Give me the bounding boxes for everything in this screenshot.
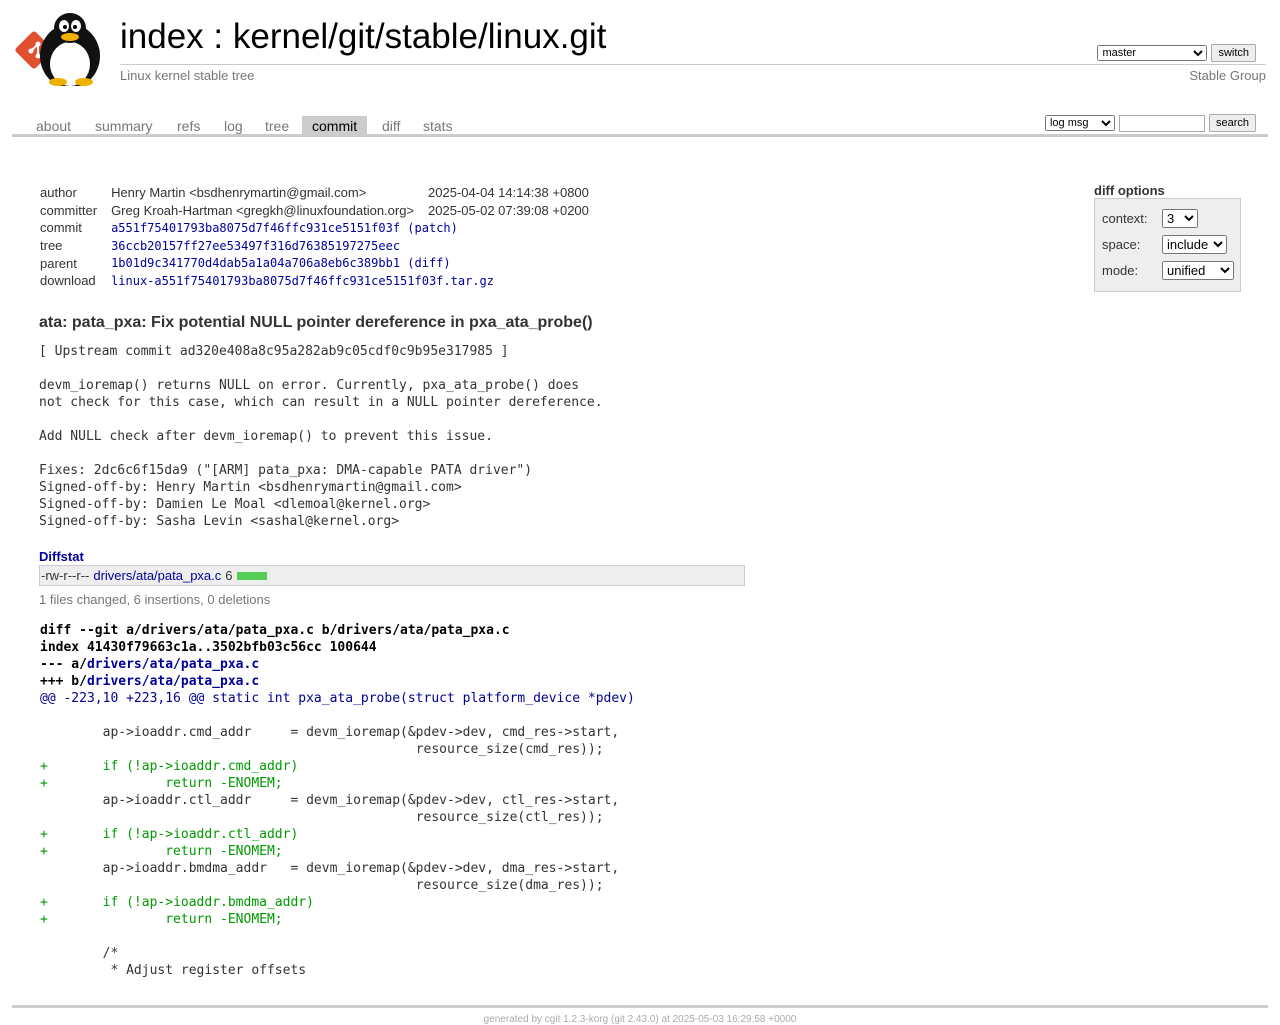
branch-select[interactable]: master [1097,45,1208,61]
repo-description: Linux kernel stable tree [120,68,255,83]
patch-paren: (patch) [407,220,458,235]
committer-date: 2025-05-02 07:39:08 +0200 [428,202,589,218]
download-link[interactable]: linux-a551f75401793ba8075d7f46ffc931ce51… [111,274,494,288]
context-label: context: [1102,211,1148,226]
author-label: author [40,185,77,201]
diff-context-line: ap->ioaddr.cmd_addr = devm_ioremap(&pdev… [40,725,620,740]
tab-stats[interactable]: stats [413,116,463,134]
tab-refs[interactable]: refs [167,116,210,134]
footer-divider [12,1005,1268,1008]
tab-about[interactable]: about [26,116,81,134]
mode-option-row: mode: unified [1102,261,1234,280]
diff-added-line: + return -ENOMEM; [40,912,283,927]
search-mode-select[interactable]: log msg [1044,115,1115,131]
search-form: log msg search [1044,114,1256,132]
diff-index-line: index 41430f79663c1a..3502bfb03c56cc 100… [40,640,377,655]
space-option-row: space: include [1102,235,1227,254]
committer-label: committer [40,202,98,218]
download-label: download [40,273,96,289]
commit-hash-link[interactable]: a551f75401793ba8075d7f46ffc931ce5151f03f [111,221,400,235]
committer-row: committer Greg Kroah-Hartman <gregkh@lin… [40,202,589,220]
author-value: Henry Martin <bsdhenrymartin@gmail.com> [111,185,367,201]
diff-context-line [40,708,48,723]
diff-context-line: resource_size(dma_res)); [40,878,604,893]
diff-context-line: resource_size(ctl_res)); [40,810,604,825]
page-title: index : kernel/git/stable/linux.git [120,16,606,58]
commit-message: [ Upstream commit ad320e408a8c95a282ab9c… [39,344,603,529]
tab-summary[interactable]: summary [85,116,163,134]
repo-link[interactable]: kernel/git/stable/linux.git [233,17,607,56]
commit-info-table: author Henry Martin <bsdhenrymartin@gmai… [40,184,589,290]
diff-context-line: resource_size(cmd_res)); [40,742,604,757]
diffstat-link[interactable]: Diffstat [39,549,84,564]
diff-added-line: + if (!ap->ioaddr.bmdma_addr) [40,895,314,910]
diffstat-file-link[interactable]: drivers/ata/pata_pxa.c [93,568,221,583]
switch-button[interactable]: switch [1211,44,1256,62]
repo-owner: Stable Group [1189,68,1266,83]
diff-options-panel: context: 3 space: include mode: unified [1094,198,1241,292]
diff-context-line [40,929,48,944]
diff-context-line: /* [40,946,119,961]
commit-subject: ata: pata_pxa: Fix potential NULL pointe… [39,314,593,331]
parent-row: parent 1b01d9c341770d4dab5a1a04a706a8eb6… [40,254,589,272]
diff-lines: ap->ioaddr.cmd_addr = devm_ioremap(&pdev… [40,708,619,978]
diff-context-line: * Adjust register offsets [40,963,307,978]
diff-added-line: + if (!ap->ioaddr.cmd_addr) [40,759,299,774]
committer-value: Greg Kroah-Hartman <gregkh@linuxfoundati… [111,202,415,218]
download-row: download linux-a551f75401793ba8075d7f46f… [40,272,589,290]
title-separator: : [203,17,233,56]
tab-tree[interactable]: tree [255,116,299,134]
diff-options-title: diff options [1094,183,1165,198]
diff-added-line: + return -ENOMEM; [40,844,283,859]
parent-diff-link[interactable]: diff [415,256,444,270]
diff-minus-line: --- a/drivers/ata/pata_pxa.c [40,657,259,672]
tab-diff[interactable]: diff [372,116,410,134]
diff-added-line: + if (!ap->ioaddr.ctl_addr) [40,827,299,842]
mode-label: mode: [1102,263,1139,278]
commit-row: commit a551f75401793ba8075d7f46ffc931ce5… [40,219,589,237]
tab-log[interactable]: log [214,116,253,134]
diff-context-line: ap->ioaddr.ctl_addr = devm_ioremap(&pdev… [40,793,620,808]
branch-switch-form: master switch [1097,44,1256,62]
diff-plus-line: +++ b/drivers/ata/pata_pxa.c [40,674,259,689]
diffstat-insertions-bar [236,571,267,580]
context-select[interactable]: 3 [1162,209,1198,228]
diff-view: diff --git a/drivers/ata/pata_pxa.c b/dr… [40,622,635,979]
space-select[interactable]: include [1162,235,1227,254]
cgit-logo[interactable] [14,10,110,88]
header-divider [120,64,1266,65]
author-date: 2025-04-04 14:14:38 +0800 [428,185,589,201]
minus-file-link[interactable]: drivers/ata/pata_pxa.c [87,657,259,672]
plus-prefix: +++ b/ [40,674,87,689]
diff-paren: (diff) [407,256,451,271]
parent-label: parent [40,255,77,271]
diffstat-summary: 1 files changed, 6 insertions, 0 deletio… [39,592,271,607]
page-footer: generated by cgit 1.2.3-korg (git 2.43.0… [483,1014,797,1025]
minus-prefix: --- a/ [40,657,87,672]
commit-label: commit [40,220,82,236]
space-label: space: [1102,237,1141,252]
diffstat-changes: 6 [225,568,233,583]
diff-hunk-header: @@ -223,10 +223,16 @@ static int pxa_ata… [40,691,635,706]
parent-hash-link[interactable]: 1b01d9c341770d4dab5a1a04a706a8eb6c389bb1 [111,256,400,270]
diff-header: diff --git a/drivers/ata/pata_pxa.c b/dr… [40,623,510,638]
index-link[interactable]: index [120,17,204,56]
tab-commit[interactable]: commit [302,116,368,134]
tree-label: tree [40,238,63,254]
author-row: author Henry Martin <bsdhenrymartin@gmai… [40,184,589,202]
diff-added-line: + return -ENOMEM; [40,776,283,791]
diffstat-table: -rw-r--r-- drivers/ata/pata_pxa.c 6 [39,565,745,586]
file-mode: -rw-r--r-- [41,568,90,583]
plus-file-link[interactable]: drivers/ata/pata_pxa.c [87,674,259,689]
mode-select[interactable]: unified [1162,261,1234,280]
context-option-row: context: 3 [1102,209,1198,228]
tree-hash-link[interactable]: 36ccb20157ff27ee53497f316d76385197275eec [111,239,400,253]
search-input[interactable] [1118,114,1205,132]
diff-context-line: ap->ioaddr.bmdma_addr = devm_ioremap(&pd… [40,861,620,876]
tree-row: tree 36ccb20157ff27ee53497f316d763851972… [40,237,589,255]
search-button[interactable]: search [1208,114,1256,132]
tux-penguin-logo-icon [15,13,100,88]
patch-link[interactable]: patch [415,221,451,235]
